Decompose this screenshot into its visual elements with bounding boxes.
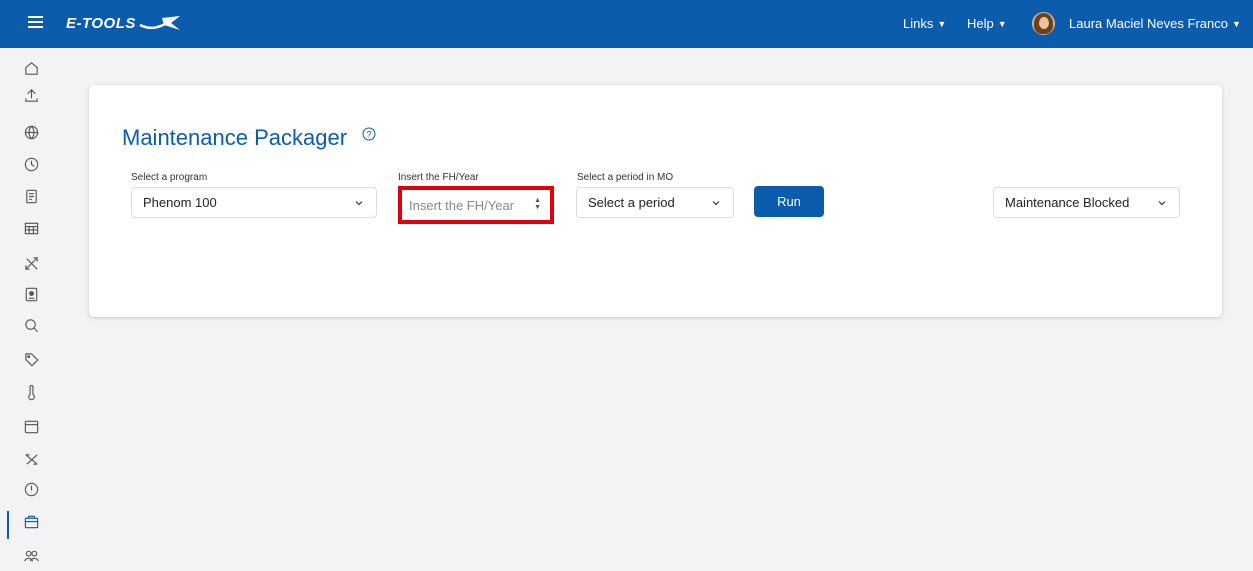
id-card-icon[interactable] (21, 284, 41, 304)
tools-icon[interactable] (21, 253, 41, 273)
home-icon[interactable] (21, 58, 41, 78)
program-value: Phenom 100 (143, 195, 217, 210)
hamburger-menu-icon[interactable] (28, 16, 43, 30)
thermometer-icon[interactable] (21, 382, 41, 402)
search-icon[interactable] (21, 315, 41, 335)
app-logo[interactable]: E-TOOLS (66, 12, 182, 34)
caret-down-icon: ▼ (997, 19, 1007, 29)
chevron-down-icon (712, 201, 720, 206)
caret-down-icon: ▼ (937, 19, 947, 29)
links-label: Links (903, 16, 934, 31)
period-label: Select a period in MO (577, 172, 674, 183)
user-name: Laura Maciel Neves Franco (1069, 16, 1228, 31)
links-menu[interactable]: Links ▼ (903, 16, 946, 31)
globe-icon[interactable] (21, 122, 41, 142)
top-navbar: E-TOOLS Links ▼ Help ▼ Laura Maciel Neves … (0, 0, 1253, 48)
help-icon[interactable]: ? (362, 127, 376, 141)
fh-year-input[interactable]: Insert the FH/Year ▲ ▼ (398, 186, 554, 224)
svg-text:?: ? (366, 130, 371, 140)
table-icon[interactable] (21, 218, 41, 238)
caret-down-icon: ▼ (1231, 19, 1241, 29)
help-label: Help (967, 16, 994, 31)
users-icon[interactable] (21, 546, 41, 566)
maintenance-status-select[interactable]: Maintenance Blocked (993, 187, 1180, 218)
program-label: Select a program (131, 172, 208, 183)
help-menu[interactable]: Help ▼ (967, 16, 1007, 31)
maintenance-status-value: Maintenance Blocked (1005, 195, 1130, 210)
program-select[interactable]: Phenom 100 (131, 187, 377, 218)
period-select[interactable]: Select a period (576, 187, 734, 218)
upload-icon[interactable] (21, 85, 41, 105)
package-icon[interactable] (21, 512, 41, 532)
brand-name: E-TOOLS (66, 14, 136, 32)
user-menu[interactable]: Laura Maciel Neves Franco ▼ (1069, 16, 1241, 31)
run-button[interactable]: Run (754, 186, 824, 217)
document-icon[interactable] (21, 186, 41, 206)
fh-year-placeholder: Insert the FH/Year (409, 197, 515, 213)
number-spinner-icon[interactable]: ▲ ▼ (534, 197, 541, 211)
clock-icon[interactable] (21, 154, 41, 174)
period-value: Select a period (588, 195, 675, 210)
page-title: Maintenance Packager (122, 125, 348, 150)
alert-icon[interactable] (21, 479, 41, 499)
chevron-down-icon (355, 201, 363, 206)
chevron-down-icon (1158, 201, 1166, 206)
calendar-icon[interactable] (21, 416, 41, 436)
active-indicator (7, 511, 9, 539)
plane-logo-icon (139, 16, 180, 30)
avatar[interactable] (1032, 12, 1055, 35)
tag-icon[interactable] (21, 349, 41, 369)
fh-year-label: Insert the FH/Year (398, 172, 479, 183)
plane-icon[interactable] (21, 449, 41, 469)
